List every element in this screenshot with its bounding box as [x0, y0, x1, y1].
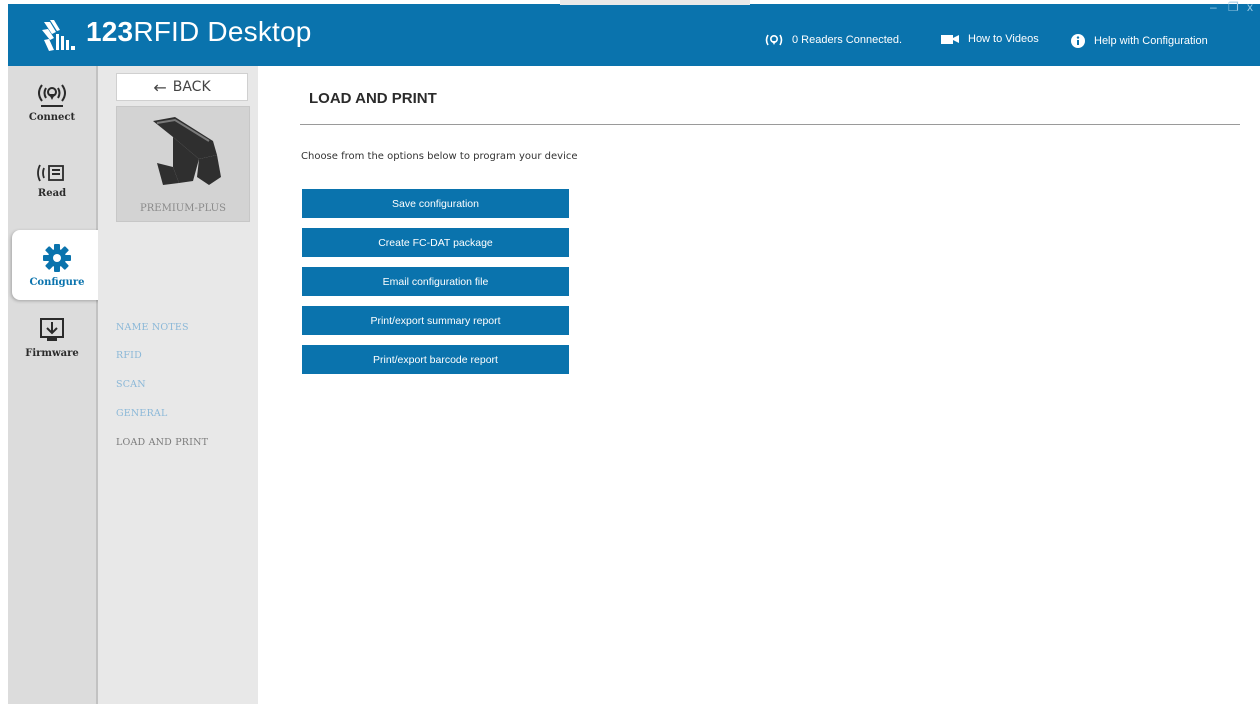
- save-configuration-button[interactable]: Save configuration: [302, 189, 569, 218]
- nav-item-label: Read: [37, 188, 67, 199]
- app-title-name: RFID Desktop: [133, 16, 312, 47]
- rfid-scanner-device-image: [153, 117, 221, 185]
- zebra-logo-icon: [42, 20, 75, 51]
- minimize-button[interactable]: –: [1210, 0, 1217, 14]
- page-title: LOAD AND PRINT: [309, 90, 437, 107]
- close-button[interactable]: x: [1247, 0, 1253, 14]
- back-button-label: BACK: [172, 79, 211, 95]
- maximize-button[interactable]: ❐: [1228, 0, 1239, 14]
- configure-sub-panel: ← BACK PREMIUM-PLUS NAME NOTES RFID SCAN…: [98, 66, 258, 704]
- help-configuration-label: Help with Configuration: [1094, 35, 1208, 47]
- firmware-icon: [40, 318, 64, 341]
- nav-item-label: Connect: [28, 112, 76, 123]
- back-button[interactable]: ← BACK: [116, 73, 248, 101]
- device-name-label: PREMIUM-PLUS: [140, 203, 226, 214]
- title-divider: [300, 124, 1240, 125]
- main-nav-rail: Connect Read Configure Firmware: [8, 66, 102, 704]
- how-to-videos-label: How to Videos: [968, 33, 1039, 45]
- sub-nav-load-and-print[interactable]: LOAD AND PRINT: [116, 437, 208, 448]
- readers-status-label: 0 Readers Connected.: [792, 34, 903, 46]
- create-fc-dat-package-button[interactable]: Create FC-DAT package: [302, 228, 569, 257]
- gear-icon: [43, 243, 71, 272]
- page-description: Choose from the options below to program…: [301, 151, 578, 162]
- print-export-barcode-report-button[interactable]: Print/export barcode report: [302, 345, 569, 374]
- readers-connected-status[interactable]: 0 Readers Connected.: [764, 33, 902, 47]
- nav-item-connect[interactable]: Connect: [8, 82, 96, 123]
- back-arrow-icon: ←: [153, 77, 167, 97]
- help-configuration-link[interactable]: Help with Configuration: [1070, 33, 1208, 49]
- print-export-summary-report-button[interactable]: Print/export summary report: [302, 306, 569, 335]
- sub-nav-name-notes[interactable]: NAME NOTES: [116, 322, 189, 333]
- app-title: 123RFID Desktop: [86, 16, 312, 48]
- nav-item-configure[interactable]: Configure: [12, 230, 102, 300]
- nav-item-label: Firmware: [25, 348, 79, 359]
- nav-item-firmware[interactable]: Firmware: [8, 316, 96, 359]
- read-icon: [37, 164, 64, 182]
- info-icon: [1071, 34, 1085, 48]
- how-to-videos-link[interactable]: How to Videos: [940, 33, 1039, 45]
- sub-nav-general[interactable]: GENERAL: [116, 408, 168, 419]
- device-card[interactable]: PREMIUM-PLUS: [116, 106, 250, 222]
- email-configuration-file-button[interactable]: Email configuration file: [302, 267, 569, 296]
- window-edge: [0, 0, 8, 704]
- nav-item-label: Configure: [29, 276, 85, 288]
- sub-nav-scan[interactable]: SCAN: [116, 379, 146, 390]
- video-camera-icon: [941, 35, 959, 44]
- sub-nav-rfid[interactable]: RFID: [116, 350, 142, 361]
- app-header: 123RFID Desktop 0 Readers Connected. How…: [8, 4, 1260, 66]
- window-title-tab: [560, 0, 750, 5]
- connect-icon: [38, 84, 66, 107]
- app-title-number: 123: [86, 16, 134, 47]
- nav-item-read[interactable]: Read: [8, 162, 96, 199]
- reader-signal-icon: [765, 34, 783, 46]
